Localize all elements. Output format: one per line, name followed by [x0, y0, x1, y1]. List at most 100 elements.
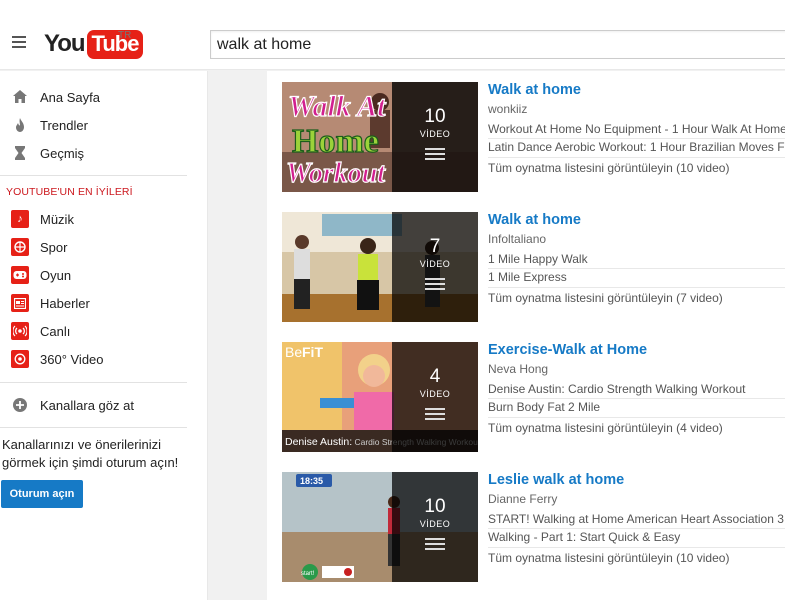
live-broadcast-icon [11, 322, 29, 340]
playlist-video-link[interactable]: 1 Mile Happy Walk [488, 252, 785, 266]
sidebar-item-sports[interactable]: Spor [0, 233, 208, 261]
masthead: You Tube TR [0, 0, 785, 70]
thumbnail-text: Workout [286, 158, 386, 189]
view-full-playlist-link[interactable]: Tüm oynatma listesini görüntüleyin (7 vi… [488, 291, 723, 305]
thumbnail-badge-text: start! [301, 571, 315, 577]
playlist-title[interactable]: Leslie walk at home [488, 472, 624, 488]
playlist-video-link[interactable]: Burn Body Fat 2 Mile [488, 400, 785, 414]
view-full-playlist-link[interactable]: Tüm oynatma listesini görüntüleyin (4 vi… [488, 421, 723, 435]
playlist-video-link[interactable]: Workout At Home No Equipment - 1 Hour Wa… [488, 122, 785, 136]
playlist-video-label: VİDEO [419, 519, 451, 529]
thumbnail-clock-text: 18:35 [300, 476, 323, 486]
playlist-count-overlay: 7 VİDEO [392, 212, 478, 322]
gamepad-icon [11, 266, 29, 284]
list-divider [488, 287, 785, 288]
playlist-video-count: 4 [429, 366, 441, 387]
sidebar-divider [0, 382, 187, 383]
view-full-playlist-link[interactable]: Tüm oynatma listesini görüntüleyin (10 v… [488, 161, 729, 175]
playlist-thumbnail[interactable]: Be FiT Denise Austin: Cardio Strength Wa… [282, 342, 478, 452]
playlist-result: Walk At Home Workout 10 VİDEO Walk at ho… [267, 71, 785, 201]
thumbnail-brand-text: FiT [302, 344, 323, 360]
playlist-video-link[interactable]: START! Walking at Home American Heart As… [488, 512, 785, 526]
sidebar-item-label: Canlı [40, 323, 71, 339]
playlist-result: 18:35 start! 10 VİDEO Leslie walk at hom… [267, 461, 785, 591]
list-divider [488, 268, 785, 269]
playlist-icon [425, 538, 445, 552]
search-results: Walk At Home Workout 10 VİDEO Walk at ho… [267, 71, 785, 600]
playlist-icon [425, 148, 445, 162]
playlist-video-label: VİDEO [419, 259, 451, 269]
list-divider [488, 398, 785, 399]
sidebar-item-label: Haberler [40, 295, 90, 311]
sidebar-item-label: Müzik [40, 211, 74, 227]
sidebar-divider [0, 175, 187, 176]
sidebar-item-gaming[interactable]: Oyun [0, 261, 208, 289]
playlist-video-link[interactable]: Latin Dance Aerobic Workout: 1 Hour Braz… [488, 140, 785, 154]
sidebar-item-live[interactable]: Canlı [0, 317, 208, 345]
playlist-video-count: 7 [429, 236, 441, 257]
playlist-title[interactable]: Exercise-Walk at Home [488, 342, 647, 358]
sidebar-item-music[interactable]: ♪ Müzik [0, 205, 208, 233]
sidebar-item-trending[interactable]: Trendler [0, 111, 208, 139]
playlist-result: Be FiT Denise Austin: Cardio Strength Wa… [267, 331, 785, 461]
playlist-owner[interactable]: Infoltaliano [488, 232, 546, 246]
playlist-thumbnail[interactable]: Walk At Home Workout 10 VİDEO [282, 82, 478, 192]
sidebar-item-label: Ana Sayfa [40, 89, 100, 105]
list-divider [488, 528, 785, 529]
add-circle-icon [13, 398, 27, 412]
flame-icon [16, 118, 24, 132]
sidebar-item-label: Trendler [40, 117, 88, 133]
playlist-video-label: VİDEO [419, 389, 451, 399]
guide-sidebar: Ana Sayfa Trendler Geçmiş YOUTUBE'UN EN … [0, 71, 208, 600]
best-of-youtube-heading: YOUTUBE'UN EN İYİLERİ [6, 186, 133, 198]
sidebar-item-label: Kanallara göz at [40, 397, 134, 413]
logo-tube-text: Tube [86, 29, 144, 59]
signin-button[interactable]: Oturum açın [1, 480, 83, 508]
sidebar-item-history[interactable]: Geçmiş [0, 139, 208, 167]
playlist-video-link[interactable]: Walking - Part 1: Start Quick & Easy [488, 530, 785, 544]
playlist-video-count: 10 [424, 106, 446, 127]
hamburger-menu-icon[interactable] [12, 36, 28, 50]
playlist-video-label: VİDEO [419, 129, 451, 139]
sidebar-item-360-video[interactable]: 360° Video [0, 345, 208, 373]
sidebar-divider [0, 427, 187, 428]
news-icon [11, 294, 29, 312]
sports-ball-icon [11, 238, 29, 256]
playlist-thumbnail[interactable]: 18:35 start! 10 VİDEO [282, 472, 478, 582]
home-icon [13, 90, 27, 103]
playlist-video-link[interactable]: 1 Mile Express [488, 270, 785, 284]
sidebar-item-label: Geçmiş [40, 145, 85, 161]
search-input[interactable] [210, 30, 785, 59]
playlist-result: 7 VİDEO Walk at home Infoltaliano 1 Mile… [267, 201, 785, 331]
playlist-title[interactable]: Walk at home [488, 82, 581, 98]
playlist-icon [425, 408, 445, 422]
playlist-icon [425, 278, 445, 292]
playlist-owner[interactable]: Neva Hong [488, 362, 548, 376]
sidebar-item-browse-channels[interactable]: Kanallara göz at [0, 391, 208, 419]
list-divider [488, 138, 785, 139]
sidebar-item-home[interactable]: Ana Sayfa [0, 83, 208, 111]
playlist-video-count: 10 [424, 496, 446, 517]
music-icon: ♪ [11, 210, 29, 228]
view-full-playlist-link[interactable]: Tüm oynatma listesini görüntüleyin (10 v… [488, 551, 729, 565]
playlist-owner[interactable]: wonkiiz [488, 102, 527, 116]
thumbnail-text: Walk At [288, 90, 387, 123]
logo-country-code: TR [118, 30, 132, 41]
sidebar-item-label: Spor [40, 239, 68, 255]
sidebar-item-label: 360° Video [40, 351, 104, 367]
playlist-video-link[interactable]: Denise Austin: Cardio Strength Walking W… [488, 382, 785, 396]
playlist-count-overlay: 4 VİDEO [392, 342, 478, 452]
list-divider [488, 417, 785, 418]
list-divider [488, 547, 785, 548]
playlist-owner[interactable]: Dianne Ferry [488, 492, 557, 506]
thumbnail-text: Home [292, 123, 379, 160]
playlist-count-overlay: 10 VİDEO [392, 82, 478, 192]
playlist-count-overlay: 10 VİDEO [392, 472, 478, 582]
sidebar-item-label: Oyun [40, 267, 72, 283]
playlist-thumbnail[interactable]: 7 VİDEO [282, 212, 478, 322]
logo-you-text: You [44, 30, 86, 57]
sidebar-item-news[interactable]: Haberler [0, 289, 208, 317]
youtube-logo[interactable]: You Tube TR [44, 28, 144, 60]
playlist-title[interactable]: Walk at home [488, 212, 581, 228]
list-divider [488, 157, 785, 158]
